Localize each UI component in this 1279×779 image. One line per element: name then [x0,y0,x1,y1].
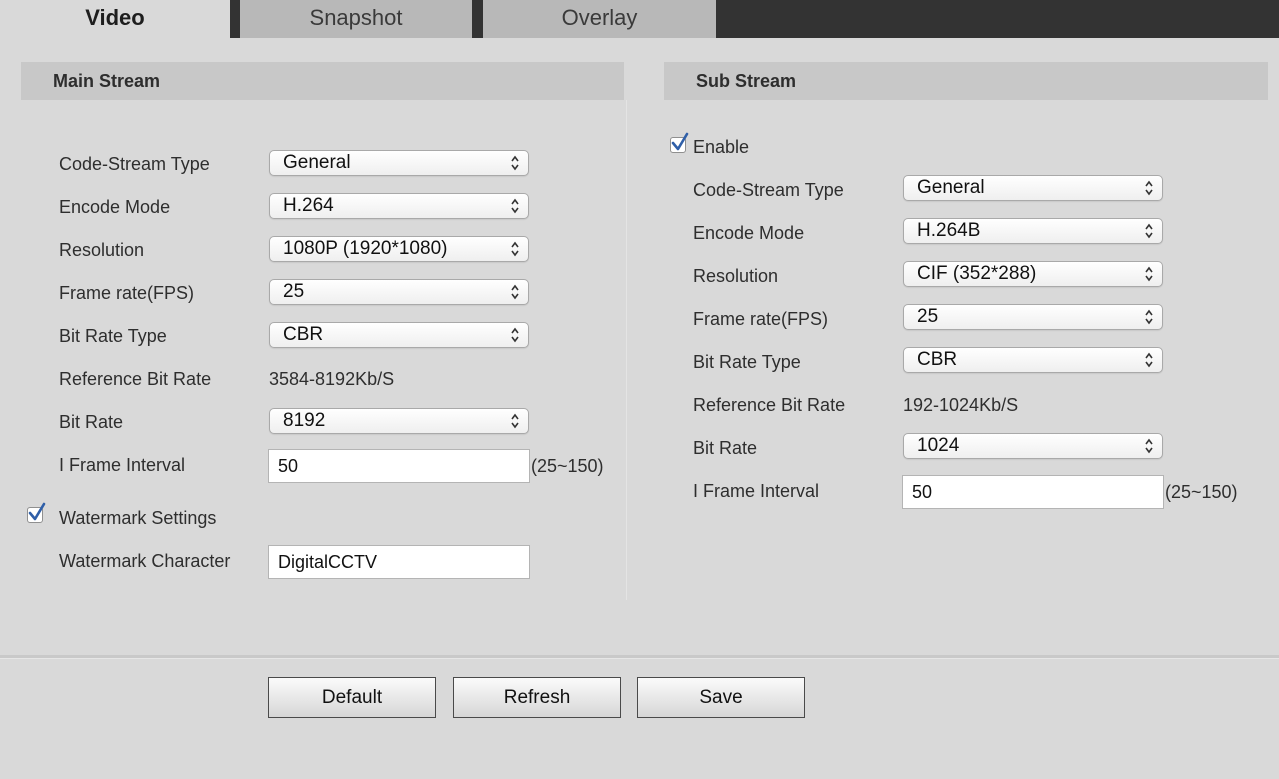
updown-chevron-icon [1145,180,1153,196]
default-button[interactable]: Default [268,677,436,718]
refresh-button[interactable]: Refresh [453,677,621,718]
sub-encode-mode-label: Encode Mode [693,223,805,243]
main-encode-mode-value: H.264 [283,195,334,216]
main-encode-mode-select[interactable]: H.264 [269,193,529,219]
main-resolution-select[interactable]: 1080P (1920*1080) [269,236,529,262]
main-reference-bit-rate-label: Reference Bit Rate [59,369,212,389]
sub-resolution-value: CIF (352*288) [917,263,1037,284]
sub-bit-rate-type-label: Bit Rate Type [693,352,801,372]
sub-resolution-label: Resolution [693,266,779,286]
sub-encode-mode-select[interactable]: H.264B [903,218,1163,244]
updown-chevron-icon [1145,352,1153,368]
main-encode-mode-label: Encode Mode [59,197,171,217]
updown-chevron-icon [511,413,519,429]
footer-separator [0,655,1279,659]
main-i-frame-interval-range: (25~150) [531,456,604,476]
sub-encode-mode-value: H.264B [917,220,981,241]
main-i-frame-interval-input[interactable]: 50 [268,449,530,483]
sub-bit-rate-select[interactable]: 1024 [903,433,1163,459]
sub-i-frame-interval-range: (25~150) [1165,482,1238,502]
updown-chevron-icon [511,284,519,300]
updown-chevron-icon [1145,266,1153,282]
updown-chevron-icon [511,241,519,257]
updown-chevron-icon [511,198,519,214]
main-reference-bit-rate-value: 3584-8192Kb/S [269,369,395,389]
checkmark-icon [671,132,689,151]
updown-chevron-icon [1145,309,1153,325]
updown-chevron-icon [511,155,519,171]
tab-video[interactable]: Video [0,0,230,38]
main-bit-rate-select[interactable]: 8192 [269,408,529,434]
sub-i-frame-interval-input[interactable]: 50 [902,475,1164,509]
watermark-character-label: Watermark Character [59,551,231,571]
sub-bit-rate-type-select[interactable]: CBR [903,347,1163,373]
main-code-stream-type-label: Code-Stream Type [59,154,210,174]
checkmark-icon [28,502,46,521]
sub-frame-rate-label: Frame rate(FPS) [693,309,829,329]
updown-chevron-icon [511,327,519,343]
updown-chevron-icon [1145,223,1153,239]
sub-bit-rate-type-value: CBR [917,349,958,370]
watermark-character-input[interactable]: DigitalCCTV [268,545,530,579]
sub-code-stream-type-label: Code-Stream Type [693,180,844,200]
sub-i-frame-interval-label: I Frame Interval [693,481,820,501]
sub-reference-bit-rate-value: 192-1024Kb/S [903,395,1019,415]
main-bit-rate-type-label: Bit Rate Type [59,326,167,346]
main-resolution-label: Resolution [59,240,145,260]
sub-bit-rate-value: 1024 [917,435,960,456]
main-bit-rate-type-value: CBR [283,324,324,345]
main-code-stream-type-value: General [283,152,351,173]
sub-code-stream-type-value: General [917,177,985,198]
main-code-stream-type-select[interactable]: General [269,150,529,176]
sub-stream-enable-checkbox[interactable] [670,132,689,153]
tab-snapshot[interactable]: Snapshot [240,0,472,38]
sub-resolution-select[interactable]: CIF (352*288) [903,261,1163,287]
watermark-settings-checkbox[interactable] [27,502,46,523]
main-bit-rate-type-select[interactable]: CBR [269,322,529,348]
sub-bit-rate-label: Bit Rate [693,438,758,458]
main-frame-rate-label: Frame rate(FPS) [59,283,195,303]
panel-divider [626,100,627,600]
main-resolution-value: 1080P (1920*1080) [283,238,448,259]
updown-chevron-icon [1145,438,1153,454]
sub-frame-rate-value: 25 [917,306,939,327]
main-stream-header: Main Stream [21,62,624,100]
tab-bar: Video Snapshot Overlay [0,0,1279,38]
main-bit-rate-value: 8192 [283,410,326,431]
main-bit-rate-label: Bit Rate [59,412,124,432]
main-frame-rate-select[interactable]: 25 [269,279,529,305]
sub-stream-header: Sub Stream [664,62,1268,100]
main-i-frame-interval-label: I Frame Interval [59,455,186,475]
sub-stream-enable-label: Enable [693,137,750,157]
save-button[interactable]: Save [637,677,805,718]
sub-frame-rate-select[interactable]: 25 [903,304,1163,330]
watermark-settings-label: Watermark Settings [59,508,217,528]
tab-overlay[interactable]: Overlay [483,0,716,38]
sub-reference-bit-rate-label: Reference Bit Rate [693,395,846,415]
main-frame-rate-value: 25 [283,281,305,302]
sub-code-stream-type-select[interactable]: General [903,175,1163,201]
